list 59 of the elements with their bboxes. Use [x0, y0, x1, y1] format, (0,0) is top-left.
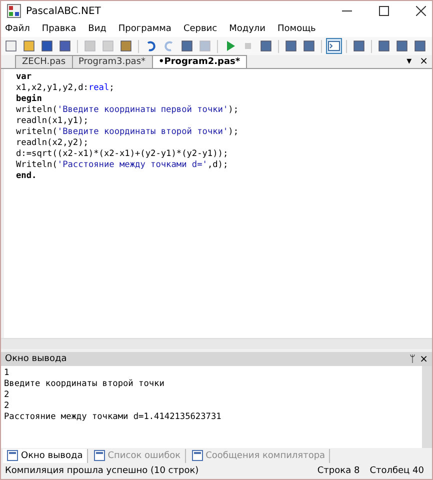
- horizontal-scrollbar[interactable]: [1, 338, 432, 349]
- toolbar-button[interactable]: [179, 38, 195, 54]
- cursor-column: Столбец 40: [370, 466, 424, 476]
- app-logo-icon: [7, 4, 21, 18]
- stop-icon: [242, 40, 254, 52]
- close-icon[interactable]: [416, 6, 426, 16]
- output-line: Введите координаты второй точки: [4, 379, 166, 390]
- code-line: d:=sqrt((x2-x1)*(x2-x1)+(y2-y1)*(y2-y1));: [16, 149, 230, 160]
- toolbar-button[interactable]: [3, 38, 19, 54]
- file-tab[interactable]: Program3.pas*: [72, 55, 153, 68]
- toolbar-button[interactable]: [57, 38, 73, 54]
- toolbar-button[interactable]: [376, 38, 392, 54]
- code-line: writeln('Введите координаты первой точки');: [16, 105, 240, 116]
- toolbar-button[interactable]: [394, 38, 410, 54]
- toolbar-button[interactable]: [326, 38, 342, 54]
- cursor-line: Строка 8: [317, 466, 360, 476]
- toolbar-button[interactable]: [301, 38, 317, 54]
- undo-icon: [145, 40, 157, 52]
- console-icon: [328, 40, 340, 52]
- toolbar-button[interactable]: [258, 38, 274, 54]
- tab-menu-button[interactable]: ▾: [402, 55, 416, 68]
- code-line: writeln('Введите координаты второй точки');: [16, 127, 240, 138]
- pin-button[interactable]: ᛘ: [410, 354, 416, 364]
- play-icon: [224, 40, 236, 52]
- output-line: 2: [4, 390, 10, 401]
- output-line: 2: [4, 401, 10, 412]
- code-line: x1,x2,y1,y2,d:real;: [16, 83, 116, 94]
- toolbar-button[interactable]: [412, 38, 428, 54]
- status-message: Компиляция прошла успешно (10 строк): [5, 466, 199, 476]
- panel-tab[interactable]: Окно вывода: [3, 448, 88, 462]
- code-line: begin: [16, 94, 43, 105]
- menu-item[interactable]: Вид: [88, 24, 106, 34]
- menu-item[interactable]: Программа: [118, 24, 172, 34]
- code-line: Writeln('Расстояние между точками d=',d);: [16, 160, 230, 171]
- file-tab[interactable]: ZECH.pas: [15, 55, 73, 68]
- code-line: readln(x2,y2);: [16, 138, 90, 149]
- toolbar-button[interactable]: [351, 38, 367, 54]
- output-line: Расстояние между точками d=1.4142135623731: [4, 412, 222, 423]
- panel-title: Окно вывода: [5, 354, 67, 364]
- menu-item[interactable]: Сервис: [183, 24, 218, 34]
- code-line: readln(x1,y1);: [16, 116, 90, 127]
- close-panel-button[interactable]: ×: [420, 354, 428, 364]
- file-tab[interactable]: •Program2.pas*: [152, 55, 248, 68]
- code-line: var: [16, 72, 33, 83]
- menu-item[interactable]: Файл: [5, 24, 30, 34]
- redo-icon: [163, 40, 175, 52]
- toolbar-button[interactable]: [39, 38, 55, 54]
- code-line: end.: [16, 171, 38, 182]
- toolbar-button[interactable]: [118, 38, 134, 54]
- window-title: PascalABC.NET: [26, 6, 101, 16]
- vertical-scrollbar[interactable]: [422, 366, 432, 448]
- close-tab-button[interactable]: ×: [416, 55, 432, 68]
- menu-item[interactable]: Помощь: [278, 24, 316, 34]
- toolbar-button[interactable]: [21, 38, 37, 54]
- output-line: 1: [4, 368, 10, 379]
- menu-item[interactable]: Правка: [42, 24, 76, 34]
- toolbar-button[interactable]: [283, 38, 299, 54]
- maximize-icon[interactable]: [379, 6, 389, 16]
- menu-item[interactable]: Модули: [229, 24, 266, 34]
